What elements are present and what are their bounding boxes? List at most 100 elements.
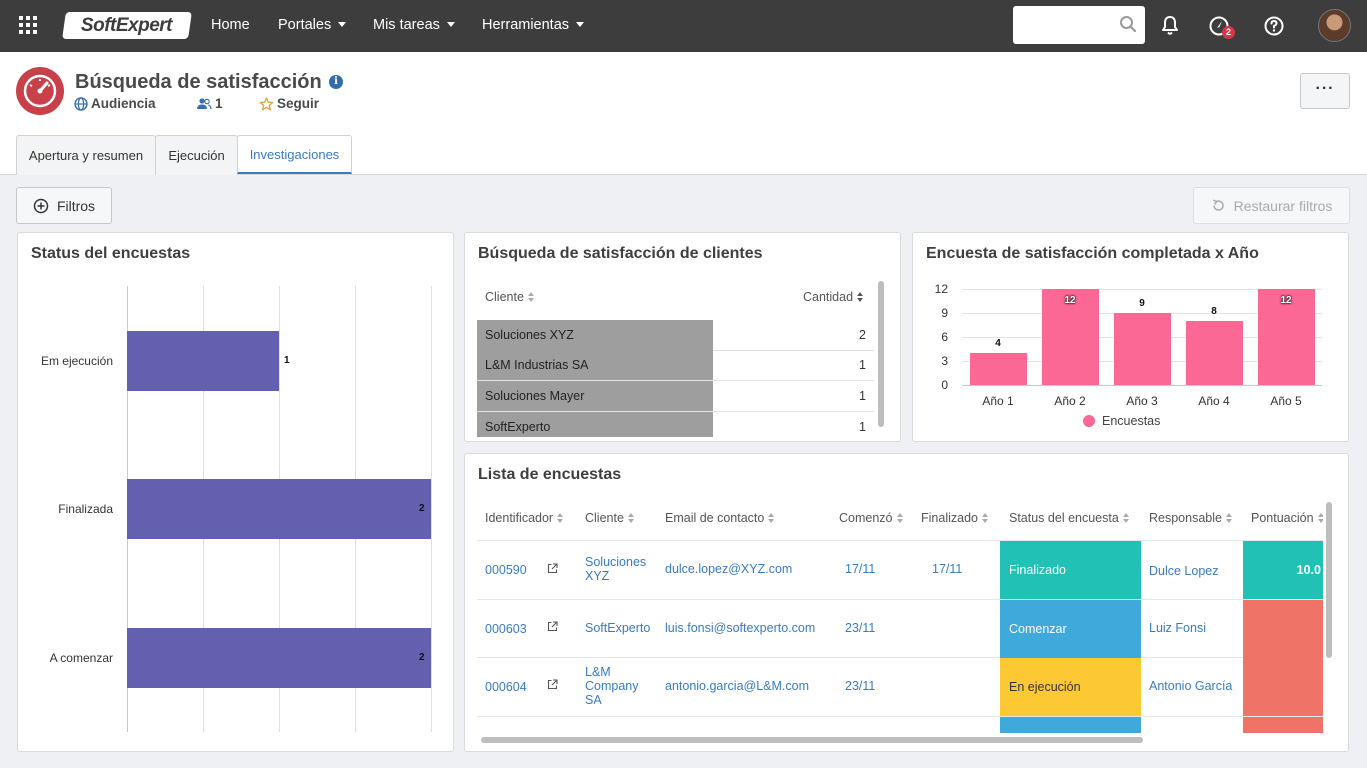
column-header-pontuacion[interactable]: Pontuación — [1251, 511, 1323, 525]
external-link-icon[interactable] — [547, 563, 558, 574]
column-header-cantidad[interactable]: Cantidad — [803, 290, 864, 304]
column-header-email[interactable]: Email de contacto — [665, 511, 775, 525]
column-header-label: Status del encuesta — [1009, 511, 1119, 525]
column-header-status[interactable]: Status del encuesta — [1009, 511, 1130, 525]
apps-grid-icon[interactable] — [19, 16, 37, 34]
table-row[interactable]: L&M Industrias SA 1 — [477, 350, 874, 381]
clients-table-scrollbar[interactable] — [878, 281, 884, 427]
tab-apertura-y-resumen[interactable]: Apertura y resumen — [16, 135, 156, 175]
surveys-list-panel: Lista de encuestas — [464, 453, 1349, 752]
chart-bar — [969, 353, 1027, 385]
table-row[interactable]: Soluciones XYZ 2 — [477, 320, 874, 351]
tab-investigaciones[interactable]: Investigaciones — [237, 135, 352, 174]
survey-client-link[interactable]: SoftExperto — [585, 621, 650, 635]
nav-home[interactable]: Home — [211, 17, 250, 33]
chevron-down-icon — [338, 22, 347, 27]
client-qty-cell: 1 — [859, 358, 866, 372]
user-avatar[interactable] — [1318, 9, 1351, 42]
table-row[interactable]: SoftExperto 1 — [477, 412, 874, 437]
sort-icon — [557, 513, 564, 523]
survey-client-link[interactable]: Soluciones XYZ — [585, 555, 655, 583]
chart-x-tick-label: Año 2 — [1054, 394, 1086, 408]
column-header-label: Email de contacto — [665, 511, 765, 525]
external-link-icon[interactable] — [547, 679, 558, 690]
survey-id-link[interactable]: 000590 — [485, 563, 527, 577]
page-header: Búsqueda de satisfacción i Audiencia 1 S… — [0, 52, 1367, 175]
chart-data-label: 2 — [419, 652, 425, 663]
members-link[interactable]: 1 — [196, 96, 223, 111]
chart-y-tick-label: 9 — [941, 306, 948, 320]
audience-label: Audiencia — [91, 96, 156, 111]
undo-icon — [1212, 199, 1224, 211]
star-icon — [259, 96, 274, 110]
chart-data-label: 12 — [1064, 295, 1076, 306]
nav-portales[interactable]: Portales — [278, 17, 347, 33]
client-qty-cell: 2 — [859, 328, 866, 342]
year-chart-title: Encuesta de satisfacción completada x Añ… — [926, 245, 1259, 262]
audience-link[interactable]: Audiencia — [74, 96, 156, 111]
chart-data-label: 4 — [995, 338, 1001, 349]
restore-filters-button[interactable]: Restaurar filtros — [1193, 187, 1350, 224]
chart-legend[interactable]: Encuestas — [1083, 414, 1160, 428]
survey-start-date: 23/11 — [845, 621, 876, 635]
tab-ejecucion[interactable]: Ejecución — [155, 135, 238, 175]
table-row[interactable]: Soluciones Mayer 1 — [477, 381, 874, 412]
survey-start-date: 23/11 — [845, 679, 876, 693]
column-header-identificador[interactable]: Identificador — [485, 511, 564, 525]
clients-table-title: Búsqueda de satisfacción de clientes — [478, 245, 763, 262]
help-icon[interactable] — [1262, 14, 1286, 38]
survey-email-link[interactable]: antonio.garcia@L&M.com — [665, 679, 809, 693]
survey-id-link[interactable]: 000603 — [485, 622, 527, 636]
chart-bar — [127, 331, 279, 391]
survey-email-link[interactable]: luis.fonsi@softexperto.com — [665, 621, 815, 635]
status-badge: En ejecución — [1000, 658, 1141, 716]
chart-x-tick-label: Año 1 — [982, 394, 1014, 408]
globe-icon — [74, 96, 88, 111]
nav-herramientas[interactable]: Herramientas — [482, 17, 585, 33]
column-header-finalizado[interactable]: Finalizado — [921, 511, 989, 525]
info-icon[interactable]: i — [329, 75, 343, 89]
nav-home-label: Home — [211, 17, 250, 33]
score-cell-partial — [1243, 717, 1323, 733]
sort-icon — [1225, 513, 1233, 523]
follow-button[interactable]: Seguir — [259, 96, 319, 111]
client-qty-cell: 1 — [859, 420, 866, 434]
survey-owner-link[interactable]: Dulce Lopez — [1149, 564, 1219, 578]
column-header-cliente[interactable]: Cliente — [585, 511, 635, 525]
sort-icon — [768, 513, 775, 523]
chart-x-tick-label: Año 3 — [1126, 394, 1158, 408]
survey-email-link[interactable]: dulce.lopez@XYZ.com — [665, 562, 792, 576]
restore-filters-label: Restaurar filtros — [1233, 197, 1333, 214]
nav-mis-tareas[interactable]: Mis tareas — [373, 17, 455, 33]
survey-owner-link[interactable]: Luiz Fonsi — [1149, 621, 1206, 635]
survey-client-link[interactable]: L&M Company SA — [585, 665, 647, 707]
nav-mis-tareas-label: Mis tareas — [373, 17, 440, 33]
softexpert-logo[interactable]: SoftExpert — [62, 12, 192, 39]
chevron-down-icon — [446, 22, 455, 27]
search-icon[interactable] — [1119, 15, 1137, 33]
status-badge-label: Comenzar — [1009, 622, 1067, 636]
column-header-label: Pontuación — [1251, 511, 1314, 525]
sort-icon — [981, 513, 989, 523]
score-cell — [1243, 658, 1323, 716]
surveys-list-vertical-scrollbar[interactable] — [1326, 502, 1332, 658]
notification-bell-icon[interactable] — [1158, 14, 1182, 38]
column-header-cliente[interactable]: Cliente — [485, 290, 535, 304]
survey-id-link[interactable]: 000604 — [485, 680, 527, 694]
filters-button[interactable]: Filtros — [16, 187, 112, 224]
surveys-list-horizontal-scrollbar[interactable] — [481, 737, 1143, 743]
client-name-cell: L&M Industrias SA — [477, 350, 713, 380]
legend-label: Encuestas — [1102, 414, 1161, 428]
survey-owner-link[interactable]: Antonio García — [1149, 679, 1232, 693]
sort-icon — [627, 513, 635, 523]
status-chart-title: Status del encuestas — [31, 245, 191, 262]
more-options-button[interactable]: ··· — [1300, 73, 1350, 109]
column-header-comenzo[interactable]: Comenzó — [839, 511, 904, 525]
status-badge: Comenzar — [1000, 600, 1141, 658]
column-header-responsable[interactable]: Responsable — [1149, 511, 1233, 525]
nav-portales-label: Portales — [278, 17, 332, 33]
external-link-icon[interactable] — [547, 621, 558, 632]
sort-icon — [896, 513, 904, 523]
column-header-cliente-label: Cliente — [485, 290, 524, 304]
add-circle-icon — [33, 198, 49, 213]
